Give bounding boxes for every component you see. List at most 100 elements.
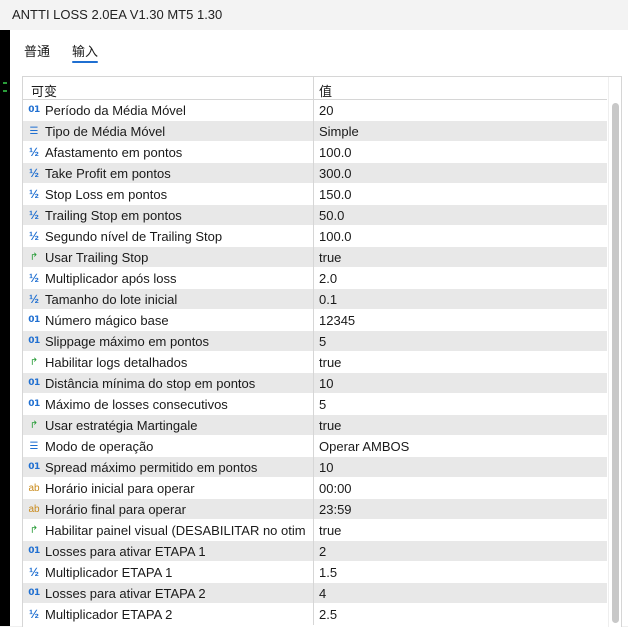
- table-row[interactable]: ↱ Habilitar painel visual (DESABILITAR no…: [23, 520, 607, 541]
- row-value[interactable]: true: [319, 418, 341, 433]
- tab-common[interactable]: 普通: [24, 41, 50, 60]
- row-value[interactable]: 10: [319, 460, 333, 475]
- table-row[interactable]: 01 Losses para ativar ETAPA 1 2: [23, 541, 607, 562]
- table-row[interactable]: ½ Take Profit em pontos 300.0: [23, 163, 607, 184]
- active-tab-indicator: [72, 61, 99, 63]
- integer-type-icon: 01: [28, 378, 40, 388]
- column-divider: [313, 310, 314, 331]
- table-row[interactable]: ½ Multiplicador ETAPA 1 1.5: [23, 562, 607, 583]
- column-divider: [313, 142, 314, 163]
- row-variable-name: Afastamento em pontos: [45, 145, 183, 160]
- double-type-icon: ½: [28, 292, 39, 306]
- column-header-value[interactable]: 值: [319, 81, 332, 100]
- column-divider: [313, 478, 314, 499]
- row-value[interactable]: 5: [319, 397, 326, 412]
- column-header-variable[interactable]: 可变: [31, 81, 57, 100]
- column-divider: [313, 352, 314, 373]
- row-value[interactable]: 23:59: [319, 502, 352, 517]
- table-row[interactable]: ab Horário final para operar 23:59: [23, 499, 607, 520]
- scrollbar-thumb[interactable]: [612, 103, 619, 623]
- row-variable-name: Segundo nível de Trailing Stop: [45, 229, 223, 244]
- vertical-scrollbar[interactable]: [608, 77, 621, 627]
- row-value[interactable]: 4: [319, 586, 326, 601]
- row-value[interactable]: 100.0: [319, 229, 352, 244]
- row-variable-name: Multiplicador ETAPA 2: [45, 607, 173, 622]
- column-divider: [313, 520, 314, 541]
- column-divider: [313, 541, 314, 562]
- title-bar[interactable]: ANTTI LOSS 2.0EA V1.30 MT5 1.30: [0, 0, 628, 31]
- table-row[interactable]: 01 Slippage máximo em pontos 5: [23, 331, 607, 352]
- grid-header: 可变 值: [23, 77, 607, 100]
- integer-type-icon: 01: [28, 399, 40, 409]
- row-value[interactable]: 100.0: [319, 145, 352, 160]
- row-value[interactable]: 00:00: [319, 481, 352, 496]
- row-value[interactable]: Simple: [319, 124, 359, 139]
- table-row[interactable]: ½ Afastamento em pontos 100.0: [23, 142, 607, 163]
- table-row[interactable]: 01 Máximo de losses consecutivos 5: [23, 394, 607, 415]
- table-row[interactable]: ↱ Usar Trailing Stop true: [23, 247, 607, 268]
- boolean-type-icon: ↱: [29, 525, 39, 536]
- row-value[interactable]: 2.0: [319, 271, 337, 286]
- row-value[interactable]: true: [319, 250, 341, 265]
- table-row[interactable]: 01 Spread máximo permitido em pontos 10: [23, 457, 607, 478]
- row-value[interactable]: Operar AMBOS: [319, 439, 409, 454]
- row-variable-name: Horário inicial para operar: [45, 481, 195, 496]
- row-variable-name: Slippage máximo em pontos: [45, 334, 210, 349]
- table-row[interactable]: ½ Multiplicador após loss 2.0: [23, 268, 607, 289]
- table-row[interactable]: ☰ Modo de operação Operar AMBOS: [23, 436, 607, 457]
- row-value[interactable]: 50.0: [319, 208, 344, 223]
- tab-inputs[interactable]: 输入: [72, 41, 99, 63]
- row-variable-name: Tipo de Média Móvel: [45, 124, 166, 139]
- row-value[interactable]: 10: [319, 376, 333, 391]
- table-row[interactable]: ½ Tamanho do lote inicial 0.1: [23, 289, 607, 310]
- table-row[interactable]: ½ Multiplicador ETAPA 2 2.5: [23, 604, 607, 625]
- column-divider: [313, 394, 314, 415]
- enum-type-icon: ☰: [29, 441, 39, 452]
- integer-type-icon: 01: [28, 315, 40, 325]
- column-divider: [313, 583, 314, 604]
- enum-type-icon: ☰: [29, 126, 39, 137]
- row-value[interactable]: true: [319, 523, 341, 538]
- column-divider[interactable]: [313, 77, 314, 99]
- table-row[interactable]: ab Horário inicial para operar 00:00: [23, 478, 607, 499]
- column-divider: [313, 562, 314, 583]
- double-type-icon: ½: [28, 145, 39, 159]
- table-row[interactable]: ↱ Habilitar logs detalhados true: [23, 352, 607, 373]
- inputs-grid: 可变 值 01 Período da Média Móvel 20 ☰ Tipo de …: [22, 76, 622, 627]
- row-variable-name: Número mágico base: [45, 313, 169, 328]
- table-row[interactable]: 01 Número mágico base 12345: [23, 310, 607, 331]
- double-type-icon: ½: [28, 229, 39, 243]
- row-value[interactable]: 0.1: [319, 292, 337, 307]
- string-type-icon: ab: [28, 504, 40, 515]
- table-row[interactable]: 01 Período da Média Móvel 20: [23, 100, 607, 121]
- row-variable-name: Distância mínima do stop em pontos: [45, 376, 256, 391]
- integer-type-icon: 01: [28, 336, 40, 346]
- double-type-icon: ½: [28, 607, 39, 621]
- row-variable-name: Máximo de losses consecutivos: [45, 397, 228, 412]
- table-row[interactable]: ½ Segundo nível de Trailing Stop 100.0: [23, 226, 607, 247]
- row-variable-name: Habilitar painel visual (DESABILITAR no …: [45, 523, 307, 538]
- table-row[interactable]: ½ Stop Loss em pontos 150.0: [23, 184, 607, 205]
- row-value[interactable]: 1.5: [319, 565, 337, 580]
- row-variable-name: Spread máximo permitido em pontos: [45, 460, 258, 475]
- table-row[interactable]: ½ Trailing Stop em pontos 50.0: [23, 205, 607, 226]
- table-row[interactable]: 01 Losses para ativar ETAPA 2 4: [23, 583, 607, 604]
- tab-inputs-label: 输入: [72, 44, 99, 59]
- row-value[interactable]: 150.0: [319, 187, 352, 202]
- table-row[interactable]: 01 Distância mínima do stop em pontos 10: [23, 373, 607, 394]
- tab-common-label: 普通: [24, 44, 51, 59]
- double-type-icon: ½: [28, 271, 39, 285]
- row-value[interactable]: 300.0: [319, 166, 352, 181]
- row-value[interactable]: 5: [319, 334, 326, 349]
- integer-type-icon: 01: [28, 105, 40, 115]
- row-variable-name: Trailing Stop em pontos: [45, 208, 182, 223]
- row-variable-name: Usar Trailing Stop: [45, 250, 149, 265]
- row-value[interactable]: 20: [319, 103, 333, 118]
- column-divider: [313, 121, 314, 142]
- row-value[interactable]: 2.5: [319, 607, 337, 622]
- table-row[interactable]: ☰ Tipo de Média Móvel Simple: [23, 121, 607, 142]
- row-value[interactable]: 2: [319, 544, 326, 559]
- row-value[interactable]: 12345: [319, 313, 355, 328]
- row-value[interactable]: true: [319, 355, 341, 370]
- table-row[interactable]: ↱ Usar estratégia Martingale true: [23, 415, 607, 436]
